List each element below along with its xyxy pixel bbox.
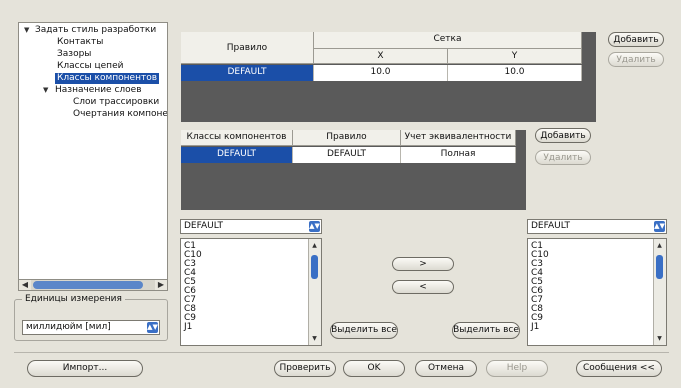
dropdown-arrow-icon[interactable]: ▲▼ — [147, 322, 158, 333]
units-select-value: миллидюйм [мил] — [26, 322, 111, 332]
tree-root[interactable]: Задать стиль разработки — [35, 25, 156, 36]
units-select[interactable]: миллидюйм [мил] ▲▼ — [22, 320, 160, 335]
left-class-select-value: DEFAULT — [184, 221, 223, 231]
right-class-select-value: DEFAULT — [531, 221, 570, 231]
messages-button[interactable]: Сообщения << — [576, 360, 662, 377]
col-header-rule[interactable]: Правило — [181, 32, 314, 64]
expand-arrow-icon[interactable]: ▼ — [24, 26, 29, 34]
col-header-y[interactable]: Y — [448, 49, 582, 64]
rule-cell[interactable]: DEFAULT — [181, 65, 314, 81]
scroll-down-icon[interactable]: ▼ — [654, 334, 665, 343]
right-component-list[interactable]: C1 C10 C3 C4 C5 C6 C7 C8 C9 J1 ▲ ▼ — [527, 238, 667, 346]
dropdown-arrow-icon[interactable]: ▲▼ — [309, 221, 320, 232]
move-left-button[interactable]: < — [392, 280, 454, 294]
right-class-select[interactable]: DEFAULT ▲▼ — [527, 219, 667, 234]
import-button[interactable]: Импорт... — [27, 360, 143, 377]
tree-item-routing-layers[interactable]: Слои трассировки — [73, 97, 159, 108]
tree-item-component-classes[interactable]: Классы компонентов — [55, 73, 160, 84]
class-rule-cell[interactable]: DEFAULT — [293, 147, 401, 163]
move-right-button[interactable]: > — [392, 257, 454, 271]
scroll-thumb[interactable] — [311, 255, 318, 279]
tree-item-net-classes[interactable]: Классы цепей — [57, 61, 123, 72]
col-header-x[interactable]: X — [314, 49, 448, 64]
ok-button[interactable]: OK — [343, 360, 405, 377]
class-cell[interactable]: DEFAULT — [181, 147, 293, 163]
col-header-grid[interactable]: Сетка — [314, 32, 582, 49]
scroll-down-icon[interactable]: ▼ — [309, 334, 320, 343]
select-all-right-button[interactable]: Выделить все — [452, 322, 520, 339]
list-item[interactable]: J1 — [531, 323, 539, 332]
equivalence-cell[interactable]: Полная — [401, 147, 516, 163]
delete-class-button[interactable]: Удалить — [535, 150, 591, 165]
right-list-scrollbar[interactable]: ▲ ▼ — [653, 239, 666, 345]
tree-item-layer-assignment[interactable]: Назначение слоев — [55, 85, 142, 96]
col-header-component-class[interactable]: Классы компонентов — [181, 130, 293, 146]
left-component-list[interactable]: C1 C10 C3 C4 C5 C6 C7 C8 C9 J1 ▲ ▼ — [180, 238, 322, 346]
scroll-thumb[interactable] — [33, 281, 143, 289]
col-header-class-rule[interactable]: Правило — [293, 130, 401, 146]
scroll-right-icon[interactable]: ▶ — [155, 280, 167, 290]
cancel-button[interactable]: Отмена — [415, 360, 477, 377]
select-all-left-button[interactable]: Выделить все — [330, 322, 398, 339]
left-list-scrollbar[interactable]: ▲ ▼ — [308, 239, 321, 345]
delete-rule-button[interactable]: Удалить — [608, 52, 664, 67]
help-button[interactable]: Help — [486, 360, 548, 377]
design-style-tree[interactable]: ▼ Задать стиль разработки Контакты Зазор… — [18, 22, 168, 287]
scroll-thumb[interactable] — [656, 255, 663, 279]
tree-item-contacts[interactable]: Контакты — [57, 37, 103, 48]
list-item[interactable]: J1 — [184, 323, 192, 332]
scroll-up-icon[interactable]: ▲ — [309, 241, 320, 250]
grid-y-cell[interactable]: 10.0 — [448, 65, 582, 81]
grid-x-cell[interactable]: 10.0 — [314, 65, 448, 81]
tree-item-clearances[interactable]: Зазоры — [57, 49, 91, 60]
col-header-equivalence[interactable]: Учет эквивалентности — [401, 130, 516, 146]
tree-horizontal-scrollbar[interactable]: ◀ ▶ — [18, 279, 168, 291]
units-group-label: Единицы измерения — [22, 294, 125, 304]
tree-item-component-outlines[interactable]: Очертания компонен — [73, 109, 167, 120]
add-rule-button[interactable]: Добавить — [608, 32, 664, 47]
expand-arrow-icon[interactable]: ▼ — [43, 86, 48, 94]
scroll-left-icon[interactable]: ◀ — [19, 280, 31, 290]
check-button[interactable]: Проверить — [274, 360, 336, 377]
add-class-button[interactable]: Добавить — [535, 128, 591, 143]
dropdown-arrow-icon[interactable]: ▲▼ — [654, 221, 665, 232]
left-class-select[interactable]: DEFAULT ▲▼ — [180, 219, 322, 234]
scroll-up-icon[interactable]: ▲ — [654, 241, 665, 250]
